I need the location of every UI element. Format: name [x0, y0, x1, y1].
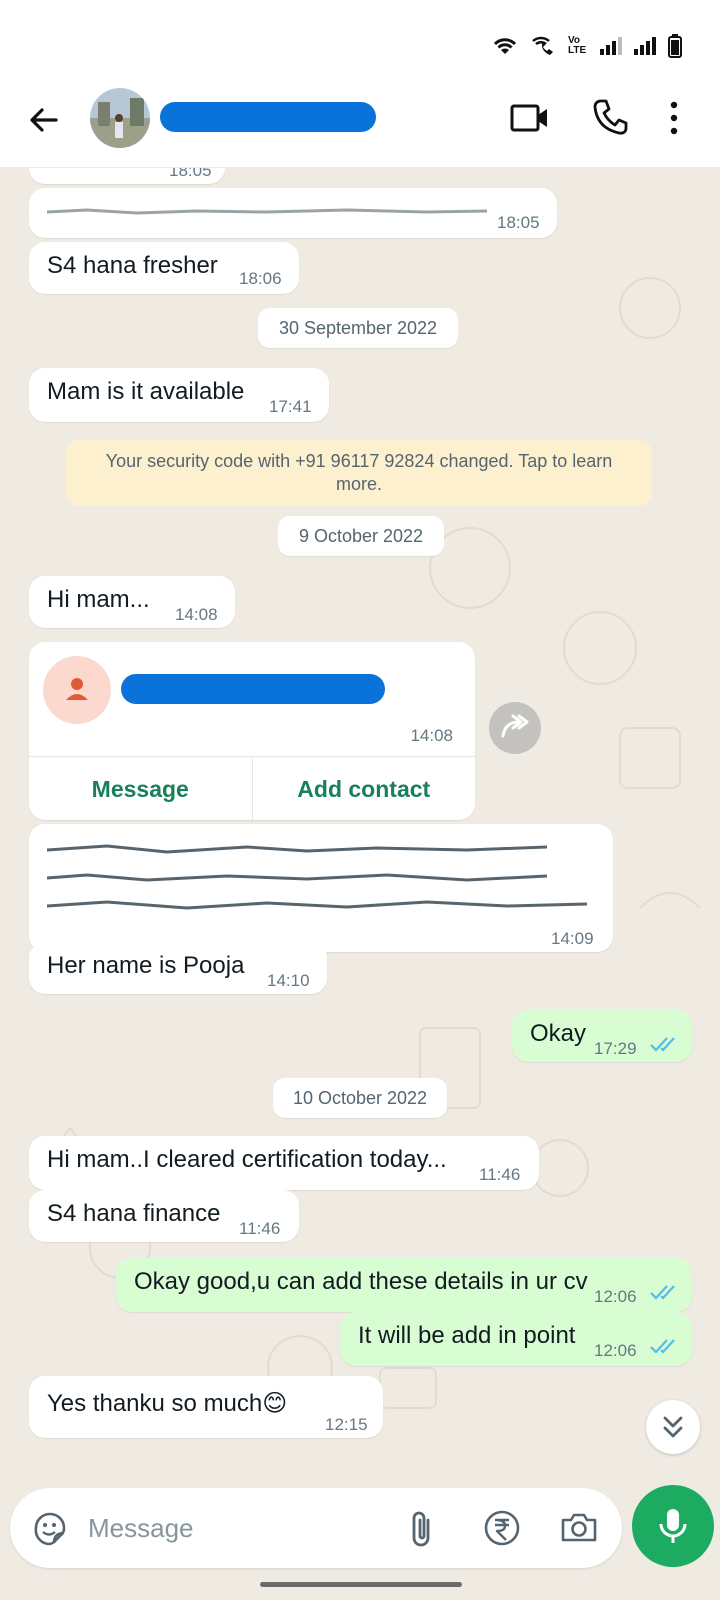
message-bubble[interactable]: Yes thanku so much😊 12:15	[29, 1376, 383, 1438]
forward-icon	[501, 714, 529, 738]
message-composer: Message	[10, 1488, 622, 1568]
attach-button[interactable]	[406, 1508, 436, 1553]
message-text: Hi mam...	[47, 586, 150, 613]
message-bubble[interactable]: Hi mam..I cleared certification today...…	[29, 1136, 539, 1190]
sticker-icon	[34, 1512, 66, 1546]
message-list[interactable]: 18:05 18:05 S4 hana fresher 18:06 30 Sep…	[0, 168, 720, 1478]
contact-card[interactable]: 14:08 Message Add contact	[29, 642, 475, 820]
message-text: Okay good,u can add these details in ur …	[134, 1268, 588, 1295]
forward-button[interactable]	[489, 702, 541, 754]
read-ticks-icon	[650, 1339, 675, 1354]
camera-icon	[561, 1513, 597, 1542]
message-time: 14:10	[267, 971, 310, 990]
more-vert-icon	[670, 101, 678, 135]
camera-button[interactable]	[560, 1510, 598, 1549]
message-text: It will be add in point	[358, 1322, 576, 1349]
message-text: Hi mam..I cleared certification today...	[47, 1146, 447, 1173]
message-bubble[interactable]: 18:05	[29, 168, 225, 184]
message-text: Her name is Pooja	[47, 952, 245, 979]
message-time: 12:06	[594, 1287, 637, 1306]
back-arrow-icon	[30, 108, 58, 132]
message-bubble[interactable]: S4 hana fresher 18:06	[29, 242, 299, 294]
back-button[interactable]	[24, 100, 64, 140]
message-text: Yes thanku so much😊	[47, 1390, 288, 1417]
message-time: 14:08	[175, 605, 218, 624]
payment-button[interactable]	[482, 1508, 522, 1553]
message-text: Mam is it available	[47, 378, 245, 405]
message-bubble[interactable]: 18:05	[29, 188, 557, 238]
add-contact-button[interactable]: Add contact	[251, 757, 476, 820]
status-bar: Vo LTE	[0, 0, 720, 80]
battery-icon	[668, 34, 682, 58]
rupee-payment-icon	[484, 1510, 520, 1546]
chat-header	[0, 80, 720, 168]
voice-call-icon	[593, 99, 628, 135]
mic-icon	[659, 1509, 687, 1543]
read-ticks-icon	[650, 1285, 675, 1300]
wifi-icon	[493, 38, 517, 54]
signal-icon-2	[634, 37, 656, 55]
message-bubble[interactable]: Okay good,u can add these details in ur …	[116, 1258, 692, 1312]
contact-card-actions: Message Add contact	[29, 756, 475, 820]
avatar[interactable]	[90, 88, 150, 148]
double-chevron-down-icon	[663, 1416, 683, 1438]
signal-icon	[600, 37, 622, 55]
person-icon	[66, 678, 88, 700]
message-text: Okay	[530, 1020, 587, 1047]
message-bubble[interactable]: Mam is it available 17:41	[29, 368, 329, 422]
message-bubble[interactable]: Her name is Pooja 14:10	[29, 942, 327, 994]
contact-name[interactable]	[160, 102, 380, 132]
message-time: 18:05	[169, 168, 212, 180]
message-bubble[interactable]: Hi mam... 14:08	[29, 576, 235, 628]
message-time: 18:05	[497, 213, 540, 232]
voice-message-button[interactable]	[632, 1485, 714, 1567]
message-time: 14:08	[410, 726, 453, 745]
message-time: 12:06	[594, 1341, 637, 1360]
message-bubble[interactable]: Okay 17:29	[512, 1010, 692, 1062]
message-bubble[interactable]: S4 hana finance 11:46	[29, 1190, 299, 1242]
date-separator: 10 October 2022	[273, 1078, 447, 1118]
obscured-text	[47, 844, 588, 910]
message-input[interactable]: Message	[88, 1510, 194, 1546]
more-options-button[interactable]	[668, 100, 680, 141]
video-call-button[interactable]	[510, 100, 550, 141]
message-time: 18:06	[239, 269, 282, 288]
contact-card-name	[121, 674, 391, 706]
date-separator: 9 October 2022	[278, 516, 444, 556]
message-bubble[interactable]: 14:09	[29, 824, 613, 952]
voice-call-button[interactable]	[592, 98, 628, 141]
message-bubble[interactable]: It will be add in point 12:06	[340, 1312, 692, 1366]
message-text: S4 hana finance	[47, 1200, 221, 1227]
message-time: 17:29	[594, 1039, 637, 1058]
attach-icon	[412, 1511, 430, 1547]
message-time: 11:46	[479, 1165, 521, 1184]
security-code-notice[interactable]: Your security code with +91 96117 92824 …	[66, 440, 652, 506]
message-time: 17:41	[269, 397, 312, 416]
message-time: 12:15	[325, 1415, 368, 1434]
obscured-text	[47, 208, 487, 215]
sticker-button[interactable]	[32, 1510, 68, 1551]
gesture-nav-handle[interactable]	[260, 1582, 462, 1587]
video-call-icon	[510, 104, 547, 132]
message-time: 14:09	[551, 929, 594, 948]
scroll-to-bottom-button[interactable]	[646, 1400, 700, 1454]
message-contact-button[interactable]: Message	[29, 757, 252, 820]
contact-avatar	[43, 656, 111, 724]
volte-icon: Vo LTE	[568, 35, 587, 56]
message-time: 11:46	[239, 1219, 281, 1238]
wifi-call-icon	[532, 36, 553, 55]
message-text: S4 hana fresher	[47, 252, 218, 279]
read-ticks-icon	[650, 1037, 675, 1052]
date-separator: 30 September 2022	[258, 308, 458, 348]
